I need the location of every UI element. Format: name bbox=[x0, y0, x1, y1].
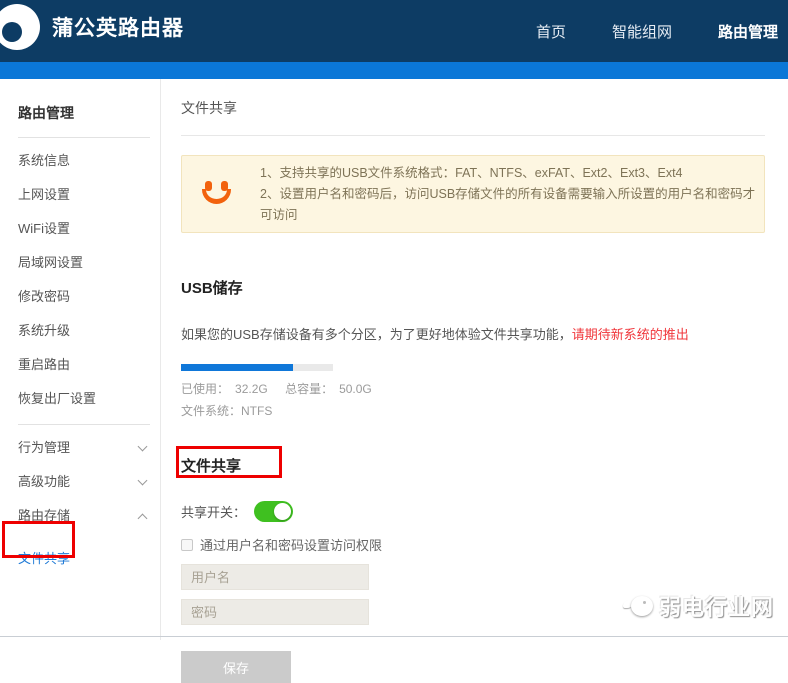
app-header: 蒲公英路由器 首页 智能组网 路由管理 bbox=[0, 0, 788, 62]
usb-total-value: 50.0G bbox=[339, 382, 372, 396]
notice-text: 1、支持共享的USB文件系统格式：FAT、NTFS、exFAT、Ext2、Ext… bbox=[260, 163, 764, 226]
share-switch-label: 共享开关： bbox=[181, 504, 247, 520]
notice-line-1: 1、支持共享的USB文件系统格式：FAT、NTFS、exFAT、Ext2、Ext… bbox=[260, 165, 683, 180]
usb-storage-description: 如果您的USB存储设备有多个分区，为了更好地体验文件共享功能，请期待新系统的推出 bbox=[181, 327, 689, 342]
sidebar-item-wifi-settings[interactable]: WiFi设置 bbox=[18, 212, 160, 246]
usb-filesystem: 文件系统：NTFS bbox=[181, 402, 765, 419]
auth-checkbox-label: 通过用户名和密码设置访问权限 bbox=[200, 538, 383, 553]
usb-used-value: 32.2G bbox=[235, 382, 268, 396]
password-field[interactable] bbox=[181, 599, 369, 625]
chevron-up-icon bbox=[137, 513, 148, 524]
usb-new-system-notice: 请期待新系统的推出 bbox=[571, 327, 689, 342]
sidebar: 路由管理 系统信息 上网设置 WiFi设置 局域网设置 修改密码 系统升级 重启… bbox=[0, 79, 161, 640]
auth-checkbox-row: 通过用户名和密码设置访问权限 bbox=[181, 535, 765, 554]
usb-total-label: 总容量： bbox=[285, 382, 334, 396]
auth-checkbox[interactable] bbox=[181, 538, 193, 551]
share-toggle-knob bbox=[274, 502, 292, 520]
usb-progress-bar bbox=[181, 364, 333, 371]
share-toggle[interactable] bbox=[254, 500, 294, 522]
username-field[interactable] bbox=[181, 564, 369, 590]
page-title: 文件共享 bbox=[181, 100, 237, 116]
usb-used-label: 已使用： bbox=[181, 382, 230, 396]
sidebar-divider bbox=[18, 424, 150, 425]
header-accent-bar bbox=[0, 62, 788, 79]
usb-storage-heading: USB储存 bbox=[181, 280, 243, 297]
sidebar-item-factory-reset[interactable]: 恢复出厂设置 bbox=[18, 382, 160, 416]
watermark-text: 弱电行业网 bbox=[658, 595, 774, 620]
brand-logo-icon bbox=[0, 4, 40, 50]
nav-item-home[interactable]: 首页 bbox=[536, 21, 566, 42]
sidebar-group-behavior-management[interactable]: 行为管理 bbox=[18, 431, 150, 465]
sidebar-item-system-info[interactable]: 系统信息 bbox=[18, 144, 160, 178]
bottom-divider bbox=[0, 636, 788, 637]
notice-line-2: 2、设置用户名和密码后，访问USB存储文件的所有设备需要输入所设置的用户名和密码… bbox=[260, 186, 756, 222]
sidebar-item-internet-settings[interactable]: 上网设置 bbox=[18, 178, 160, 212]
save-button[interactable]: 保存 bbox=[181, 651, 291, 683]
nav-item-smart-network[interactable]: 智能组网 bbox=[612, 21, 672, 42]
sidebar-group-label: 行为管理 bbox=[18, 440, 71, 455]
top-nav: 首页 智能组网 路由管理 bbox=[536, 0, 778, 62]
watermark: 弱电行业网 bbox=[622, 590, 774, 622]
notice-box: 1、支持共享的USB文件系统格式：FAT、NTFS、exFAT、Ext2、Ext… bbox=[181, 155, 765, 233]
watermark-bird-icon bbox=[622, 594, 653, 618]
smiley-icon bbox=[202, 181, 234, 207]
chevron-down-icon bbox=[137, 475, 148, 486]
sidebar-group-label: 路由存储 bbox=[18, 508, 71, 523]
brand-logo-hole bbox=[2, 22, 22, 42]
sidebar-item-reboot-router[interactable]: 重启路由 bbox=[18, 348, 160, 382]
usb-progress-fill bbox=[181, 364, 294, 371]
brand-title: 蒲公英路由器 bbox=[52, 17, 184, 40]
sidebar-item-lan-settings[interactable]: 局域网设置 bbox=[18, 246, 160, 280]
sidebar-group-router-storage[interactable]: 路由存储 bbox=[18, 499, 150, 533]
sidebar-group-label: 高级功能 bbox=[18, 474, 71, 489]
usb-fs-value: NTFS bbox=[241, 404, 273, 418]
sidebar-item-change-password[interactable]: 修改密码 bbox=[18, 280, 160, 314]
usb-fs-label: 文件系统： bbox=[181, 404, 242, 418]
chevron-down-icon bbox=[137, 441, 148, 452]
sidebar-group-advanced-features[interactable]: 高级功能 bbox=[18, 465, 150, 499]
sidebar-section-title: 路由管理 bbox=[18, 105, 74, 121]
sidebar-item-file-sharing[interactable]: 文件共享 bbox=[18, 539, 160, 579]
file-sharing-heading: 文件共享 bbox=[181, 458, 242, 475]
nav-item-router-management[interactable]: 路由管理 bbox=[718, 21, 778, 42]
sidebar-divider bbox=[18, 137, 150, 138]
title-divider bbox=[181, 135, 765, 136]
usb-usage-stats: 已使用： 32.2G 总容量： 50.0G bbox=[181, 380, 765, 397]
share-switch-row: 共享开关： bbox=[181, 500, 765, 522]
sidebar-item-system-upgrade[interactable]: 系统升级 bbox=[18, 314, 160, 348]
